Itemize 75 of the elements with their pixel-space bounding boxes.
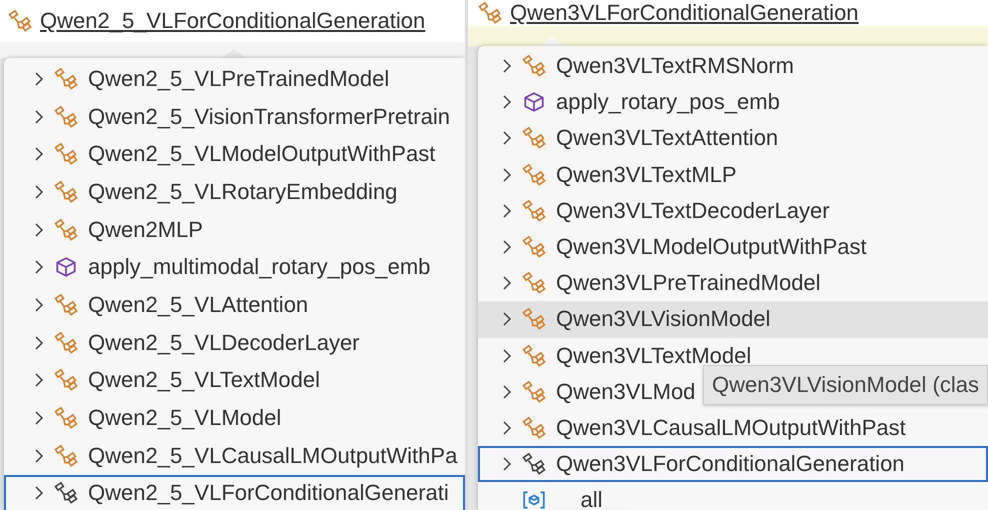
- chevron-right-icon[interactable]: [34, 260, 44, 274]
- outline-item[interactable]: Qwen2_5_VLRotaryEmbedding: [4, 173, 465, 211]
- tooltip: Qwen3VLVisionModel (clas: [703, 365, 988, 405]
- class-icon: [522, 272, 546, 294]
- chevron-right-icon[interactable]: [34, 373, 44, 388]
- class-icon: [522, 200, 546, 222]
- outline-item[interactable]: __all__: [478, 482, 988, 510]
- chevron-right-icon[interactable]: [502, 240, 512, 254]
- outline-item[interactable]: apply_rotary_pos_emb: [478, 84, 988, 120]
- chevron-right-icon[interactable]: [502, 276, 512, 290]
- chevron-right-icon[interactable]: [502, 59, 512, 74]
- class-icon: [522, 453, 546, 476]
- outline-item[interactable]: apply_multimodal_rotary_pos_emb: [4, 248, 465, 286]
- chevron-right-icon[interactable]: [502, 348, 512, 363]
- outline-item[interactable]: Qwen2_5_VLCausalLMOutputWithPa: [4, 436, 465, 475]
- chevron-right-icon[interactable]: [34, 222, 44, 237]
- class-icon: [522, 127, 546, 150]
- chevron-right-icon[interactable]: [34, 147, 44, 162]
- chevron-right-icon[interactable]: [34, 298, 44, 312]
- chevron-right-icon[interactable]: [502, 312, 512, 326]
- class-icon: [8, 10, 32, 32]
- class-icon: [54, 68, 78, 90]
- outline-item[interactable]: Qwen3VLTextMLP: [478, 156, 988, 193]
- class-icon: [478, 2, 502, 24]
- chevron-right-icon[interactable]: [502, 420, 512, 435]
- class-icon: [54, 369, 78, 392]
- class-icon: [54, 294, 78, 316]
- class-icon: [522, 55, 546, 78]
- outline-item[interactable]: Qwen3VLTextDecoderLayer: [478, 192, 988, 229]
- outline-item[interactable]: Qwen2_5_VLPreTrainedModel: [4, 60, 465, 98]
- chevron-right-icon[interactable]: [502, 384, 512, 399]
- outline-item[interactable]: Qwen2_5_VisionTransformerPretrain: [4, 98, 465, 136]
- chevron-right-icon[interactable]: [34, 336, 44, 350]
- chevron-right-icon[interactable]: [34, 110, 44, 124]
- class-icon: [522, 308, 546, 330]
- chevron-right-icon[interactable]: [502, 457, 512, 472]
- chevron-right-icon[interactable]: [34, 486, 44, 500]
- class-icon: [54, 332, 78, 354]
- outline-item[interactable]: Qwen3VLVisionModel: [478, 301, 988, 338]
- chevron-right-icon[interactable]: [502, 95, 512, 110]
- class-icon: [522, 164, 546, 186]
- outline-item[interactable]: Qwen2_5_VLDecoderLayer: [4, 324, 465, 362]
- class-icon: [522, 416, 546, 439]
- chevron-right-icon[interactable]: [34, 411, 44, 426]
- outline-item[interactable]: Qwen2MLP: [4, 210, 465, 248]
- cube-icon: [522, 91, 546, 114]
- chevron-right-icon[interactable]: [502, 204, 512, 218]
- outline-item[interactable]: Qwen3VLTextAttention: [478, 120, 988, 157]
- class-icon: [54, 180, 78, 203]
- outline-item[interactable]: Qwen3VLForConditionalGeneration: [478, 446, 988, 482]
- outline-item[interactable]: Qwen3VLPreTrainedModel: [478, 265, 988, 302]
- outline-item[interactable]: Qwen3VLCausalLMOutputWithPast: [478, 410, 988, 446]
- chevron-right-icon[interactable]: [34, 72, 44, 86]
- class-icon: [54, 106, 78, 128]
- class-icon: [54, 482, 78, 504]
- class-icon: [54, 143, 78, 166]
- cube-icon: [54, 256, 78, 278]
- outline-item[interactable]: Qwen2_5_VLTextModel: [4, 362, 465, 400]
- outline-item[interactable]: Qwen2_5_VLModelOutputWithPast: [4, 135, 465, 174]
- outline-item[interactable]: Qwen3VLTextRMSNorm: [478, 48, 988, 84]
- class-icon: [54, 218, 78, 241]
- variable-icon: [522, 489, 546, 510]
- class-icon: [522, 236, 546, 258]
- outline-item[interactable]: Qwen2_5_VLAttention: [4, 286, 465, 324]
- outline-item[interactable]: Qwen2_5_VLModel: [4, 399, 465, 437]
- chevron-right-icon[interactable]: [502, 131, 512, 146]
- class-icon: [522, 344, 546, 367]
- class-icon: [54, 407, 78, 430]
- outline-item[interactable]: Qwen2_5_VLForConditionalGenerati: [4, 474, 465, 510]
- class-icon: [54, 444, 78, 467]
- outline-item[interactable]: Qwen3VLModelOutputWithPast: [478, 228, 988, 266]
- class-icon: [522, 380, 546, 403]
- chevron-right-icon[interactable]: [34, 184, 44, 199]
- chevron-right-icon[interactable]: [34, 448, 44, 463]
- chevron-right-icon[interactable]: [502, 168, 512, 182]
